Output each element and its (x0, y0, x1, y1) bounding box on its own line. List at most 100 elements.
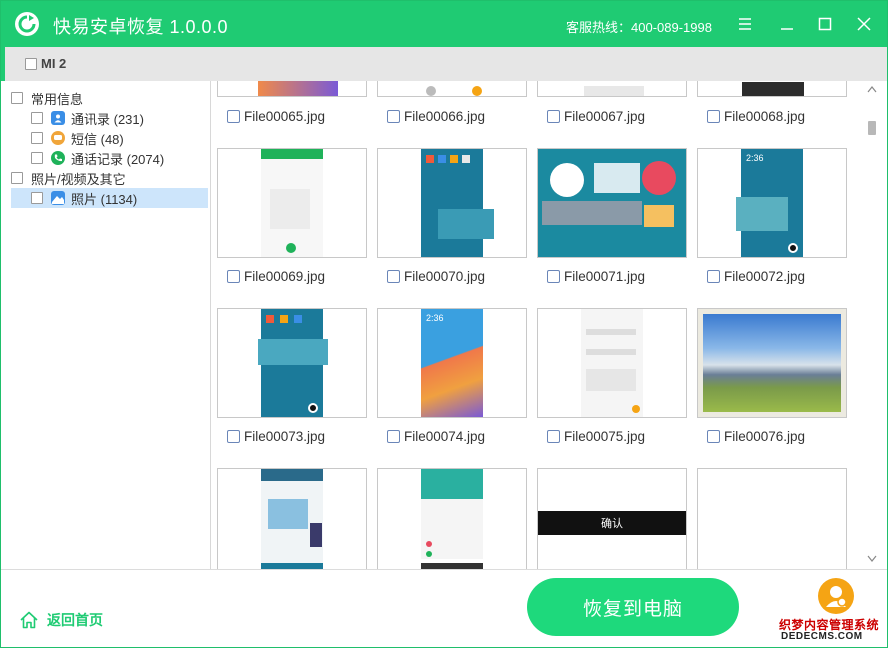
file-checkbox[interactable] (227, 109, 240, 123)
file-checkbox[interactable] (547, 269, 560, 283)
file-item[interactable]: File00065.jpg (227, 108, 325, 124)
tree-group-label: 常用信息 (31, 91, 84, 107)
phone-icon (51, 151, 65, 165)
back-home-button[interactable]: 返回首页 (19, 610, 103, 630)
item-checkbox[interactable] (31, 152, 43, 164)
customer-service-icon[interactable] (818, 578, 854, 614)
photo-thumbnail[interactable] (537, 148, 687, 258)
file-name: File00075.jpg (564, 428, 646, 444)
photo-thumbnail[interactable]: 2:36 (377, 308, 527, 418)
file-item[interactable]: File00073.jpg (227, 428, 325, 444)
photo-thumbnail[interactable] (697, 308, 847, 418)
tree-item-call-log[interactable]: 通话记录 (2074) (31, 148, 164, 168)
photo-thumbnail[interactable] (217, 468, 367, 569)
photo-thumbnail[interactable] (217, 81, 367, 97)
app-title: 快易安卓恢复 1.0.0.0 (53, 17, 229, 37)
close-icon[interactable] (851, 11, 877, 37)
tree-group-common-info[interactable]: 常用信息 (11, 88, 83, 108)
file-name: File00065.jpg (244, 108, 326, 124)
file-checkbox[interactable] (387, 269, 400, 283)
photo-thumbnail[interactable]: 确认 (537, 468, 687, 569)
file-checkbox[interactable] (707, 269, 720, 283)
photo-thumbnail[interactable] (697, 81, 847, 97)
file-name: File00068.jpg (724, 108, 806, 124)
file-name: File00070.jpg (404, 268, 486, 284)
file-checkbox[interactable] (227, 269, 240, 283)
file-item[interactable]: File00067.jpg (547, 108, 645, 124)
photo-thumbnail[interactable] (537, 308, 687, 418)
home-icon (20, 611, 38, 629)
device-checkbox[interactable] (25, 58, 37, 70)
watermark-url: DEDECMS.COM (781, 631, 863, 642)
file-name: File00071.jpg (564, 268, 646, 284)
file-checkbox[interactable] (387, 109, 400, 123)
file-checkbox[interactable] (547, 109, 560, 123)
file-name: File00076.jpg (724, 428, 806, 444)
vertical-scrollbar[interactable] (865, 81, 879, 569)
maximize-icon[interactable] (812, 11, 838, 37)
file-name: File00074.jpg (404, 428, 486, 444)
photo-icon (51, 191, 65, 205)
file-item[interactable]: File00068.jpg (707, 108, 805, 124)
file-item[interactable]: File00069.jpg (227, 268, 325, 284)
tree-item-label: 通话记录 (2074) (71, 151, 165, 167)
file-name: File00069.jpg (244, 268, 326, 284)
tree-item-label: 照片 (1134) (71, 191, 138, 207)
file-item[interactable]: File00076.jpg (707, 428, 805, 444)
thumb-clock: 2:36 (746, 153, 764, 163)
file-name: File00073.jpg (244, 428, 326, 444)
scroll-down-icon[interactable] (867, 555, 877, 563)
tree-item-photos[interactable]: 照片 (1134) (11, 188, 208, 208)
contacts-icon (51, 111, 65, 125)
file-checkbox[interactable] (707, 429, 720, 443)
app-window: 快易安卓恢复 1.0.0.0 客服热线：400-089-1998 MI 2 常用… (0, 0, 888, 648)
photo-thumbnail[interactable] (377, 81, 527, 97)
tree-item-label: 短信 (48) (71, 131, 124, 147)
file-checkbox[interactable] (387, 429, 400, 443)
tree-item-label: 通讯录 (231) (71, 111, 144, 127)
menu-icon[interactable] (732, 11, 758, 37)
photo-thumbnail[interactable] (377, 468, 527, 569)
photo-thumbnail[interactable]: 2:36 (697, 148, 847, 258)
service-hotline: 客服热线：400-089-1998 (566, 20, 712, 35)
file-checkbox[interactable] (707, 109, 720, 123)
photo-thumbnail[interactable] (697, 468, 847, 569)
minimize-icon[interactable] (774, 11, 800, 37)
device-name: MI 2 (41, 56, 67, 71)
tree-group-label: 照片/视频及其它 (31, 171, 126, 187)
file-name: File00067.jpg (564, 108, 646, 124)
title-bar: 快易安卓恢复 1.0.0.0 客服热线：400-089-1998 (1, 1, 887, 47)
thumb-confirm-text: 确认 (538, 511, 686, 535)
file-checkbox[interactable] (227, 429, 240, 443)
recover-to-pc-button[interactable]: 恢复到电脑 (527, 578, 739, 636)
tree-item-contacts[interactable]: 通讯录 (231) (31, 108, 144, 128)
group-checkbox[interactable] (11, 92, 23, 104)
photo-thumbnail[interactable] (537, 81, 687, 97)
file-item[interactable]: File00066.jpg (387, 108, 485, 124)
item-checkbox[interactable] (31, 132, 43, 144)
item-checkbox[interactable] (31, 112, 43, 124)
scroll-up-icon[interactable] (867, 85, 877, 93)
file-item[interactable]: File00075.jpg (547, 428, 645, 444)
tree-item-sms[interactable]: 短信 (48) (31, 128, 124, 148)
file-item[interactable]: File00071.jpg (547, 268, 645, 284)
scrollbar-thumb[interactable] (868, 121, 876, 135)
app-logo-icon (15, 12, 39, 36)
file-name: File00066.jpg (404, 108, 486, 124)
group-checkbox[interactable] (11, 172, 23, 184)
item-checkbox[interactable] (31, 192, 43, 204)
file-name: File00072.jpg (724, 268, 806, 284)
device-bar: MI 2 (1, 47, 887, 81)
thumb-clock: 2:36 (426, 313, 444, 323)
photo-grid: File00065.jpg File00066.jpg File00067.jp… (212, 81, 864, 569)
photo-thumbnail[interactable] (217, 308, 367, 418)
file-item[interactable]: File00072.jpg (707, 268, 805, 284)
file-item[interactable]: File00074.jpg (387, 428, 485, 444)
file-checkbox[interactable] (547, 429, 560, 443)
photo-thumbnail[interactable] (217, 148, 367, 258)
tree-group-media[interactable]: 照片/视频及其它 (11, 168, 126, 188)
photo-thumbnail[interactable] (377, 148, 527, 258)
file-item[interactable]: File00070.jpg (387, 268, 485, 284)
back-home-label: 返回首页 (47, 612, 103, 628)
footer-bar: 返回首页 恢复到电脑 织梦内容管理系统 DEDECMS.COM (1, 569, 887, 647)
